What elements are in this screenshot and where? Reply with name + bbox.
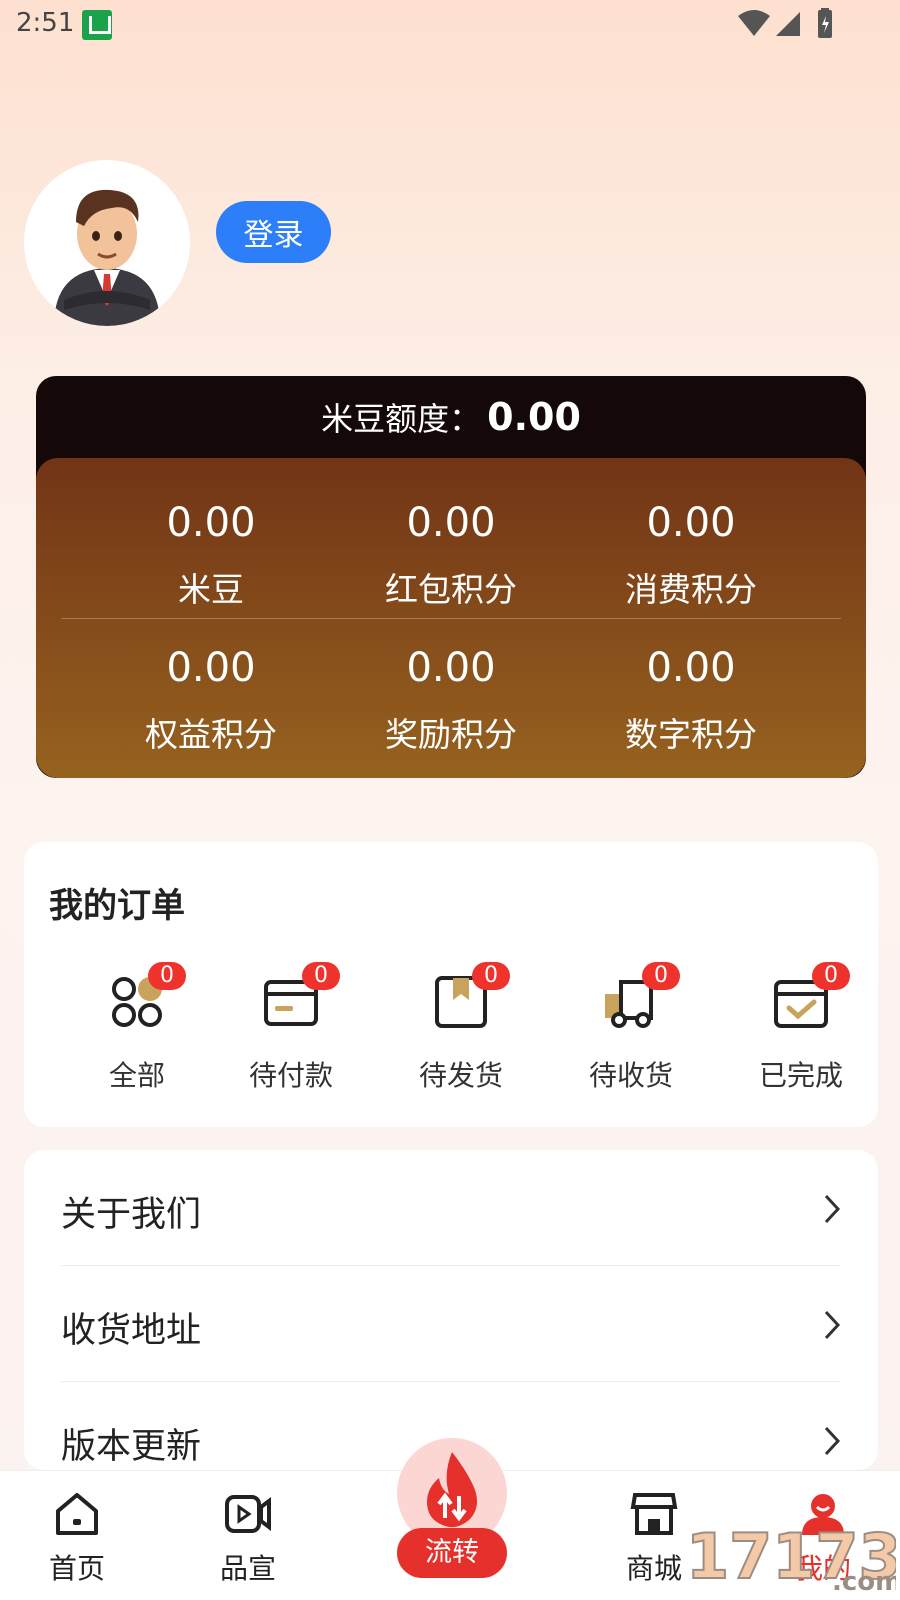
menu-item-address[interactable]: 收货地址 [24, 1266, 878, 1382]
order-pending-shipment[interactable]: 0 待发货 [396, 962, 526, 1102]
menu-label: 关于我们 [61, 1195, 202, 1235]
points-card: 米豆额度： 0.00 0.00 米豆 0.00 红包积分 0.00 消费积分 0… [36, 376, 866, 778]
avatar-illustration [24, 160, 190, 326]
point-value: 0.00 [646, 500, 736, 546]
order-count-badge: 0 [472, 962, 510, 990]
point-value: 0.00 [646, 645, 736, 691]
watermark-logo: 17173 .com [685, 1519, 896, 1594]
order-label: 已完成 [758, 1059, 843, 1092]
video-icon [225, 1495, 271, 1533]
watermark-suffix: .com [832, 1567, 896, 1594]
point-label: 权益积分 [145, 715, 277, 754]
avatar[interactable] [24, 160, 190, 326]
points-row: 0.00 权益积分 0.00 奖励积分 0.00 数字积分 [36, 603, 866, 754]
point-label: 奖励积分 [385, 715, 517, 754]
order-pending-receipt[interactable]: 0 待收货 [566, 962, 696, 1102]
store-icon [630, 1493, 678, 1535]
order-completed[interactable]: 0 已完成 [736, 962, 866, 1102]
point-value: 0.00 [166, 500, 256, 546]
status-bar: 2:51 [0, 0, 900, 50]
status-icons [738, 8, 832, 38]
menu-item-about[interactable]: 关于我们 [24, 1150, 878, 1266]
order-pending-payment[interactable]: 0 待付款 [226, 962, 356, 1102]
quota-value: 0.00 [487, 395, 581, 439]
app-notification-icon [82, 10, 112, 40]
menu-card: 关于我们 收货地址 版本更新 [24, 1150, 878, 1470]
chevron-right-icon [824, 1310, 841, 1340]
home-icon [56, 1493, 98, 1535]
order-all[interactable]: 0 全部 [72, 962, 202, 1102]
menu-label: 版本更新 [61, 1427, 202, 1467]
status-time: 2:51 [16, 8, 75, 38]
point-value: 0.00 [406, 645, 496, 691]
tab-transfer[interactable]: 流转 [397, 1438, 507, 1598]
order-count-badge: 0 [302, 962, 340, 990]
tab-promo[interactable]: 品宣 [188, 1471, 308, 1600]
login-button[interactable]: 登录 [216, 201, 331, 263]
quota-bar: 米豆额度： 0.00 [36, 376, 866, 458]
order-label: 待付款 [248, 1059, 333, 1092]
order-count-badge: 0 [642, 962, 680, 990]
tab-label: 流转 [397, 1528, 507, 1578]
tab-label: 品宣 [219, 1552, 276, 1585]
order-label: 全部 [108, 1059, 165, 1092]
order-label: 待发货 [418, 1059, 503, 1092]
tab-label: 首页 [48, 1552, 105, 1585]
order-count-badge: 0 [812, 962, 850, 990]
menu-label: 收货地址 [61, 1311, 202, 1351]
points-panel: 0.00 米豆 0.00 红包积分 0.00 消费积分 0.00 权益积分 0.… [36, 458, 866, 778]
points-row: 0.00 米豆 0.00 红包积分 0.00 消费积分 [36, 458, 866, 609]
tab-home[interactable]: 首页 [17, 1471, 137, 1600]
chevron-right-icon [824, 1194, 841, 1224]
point-value: 0.00 [166, 645, 256, 691]
orders-card: 我的订单 0 全部 0 待付款 0 待发货 0 待收货 0 已完成 [24, 842, 878, 1127]
point-value: 0.00 [406, 500, 496, 546]
wifi-icon [738, 10, 770, 36]
signal-icon [776, 12, 800, 36]
quota-label: 米豆额度： [321, 400, 482, 438]
order-label: 待收货 [588, 1059, 673, 1092]
chevron-right-icon [824, 1426, 841, 1456]
point-label: 数字积分 [625, 715, 757, 754]
order-count-badge: 0 [148, 962, 186, 990]
orders-title: 我的订单 [49, 886, 185, 926]
